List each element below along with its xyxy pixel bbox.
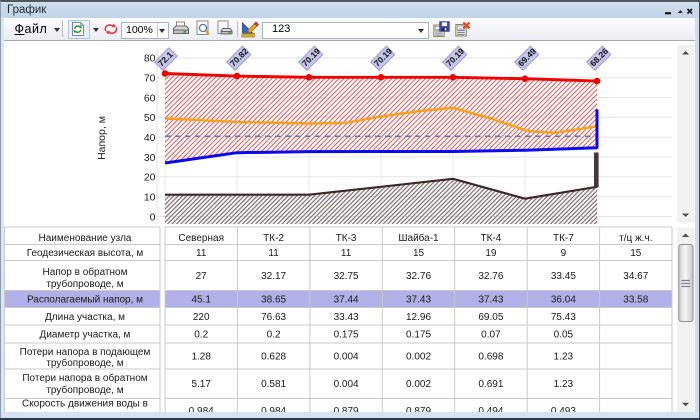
svg-text:5.17: 5.17 (191, 379, 211, 390)
svg-text:0.004: 0.004 (334, 352, 359, 363)
svg-text:33.58: 33.58 (623, 295, 648, 306)
svg-text:Шайба-1: Шайба-1 (398, 232, 439, 244)
svg-text:Потери напора в обратном: Потери напора в обратном (22, 372, 147, 384)
svg-text:33.45: 33.45 (551, 271, 576, 282)
svg-text:11: 11 (268, 248, 279, 259)
svg-text:Напор, м: Напор, м (96, 116, 108, 160)
svg-text:1.23: 1.23 (554, 352, 574, 363)
svg-text:Диаметр участка, м: Диаметр участка, м (40, 330, 131, 341)
svg-text:0.002: 0.002 (406, 379, 431, 390)
svg-text:15: 15 (413, 248, 425, 259)
svg-text:1.23: 1.23 (554, 379, 574, 390)
svg-text:33.43: 33.43 (334, 312, 359, 323)
svg-text:75.43: 75.43 (551, 312, 576, 323)
svg-text:80: 80 (144, 53, 156, 65)
svg-text:32.17: 32.17 (261, 271, 286, 282)
svg-text:0.2: 0.2 (194, 330, 208, 341)
svg-text:Геодезическая высота, м: Геодезическая высота, м (27, 248, 144, 259)
svg-text:0.175: 0.175 (334, 330, 359, 341)
svg-text:38.65: 38.65 (261, 295, 286, 306)
svg-text:37.43: 37.43 (478, 295, 503, 306)
svg-text:20: 20 (144, 172, 156, 184)
svg-text:Потери напора в подающем: Потери напора в подающем (20, 347, 151, 358)
svg-text:0.691: 0.691 (478, 379, 503, 390)
svg-text:11: 11 (196, 248, 207, 259)
svg-text:Напор в обратном: Напор в обратном (43, 266, 128, 278)
svg-text:0.581: 0.581 (261, 379, 286, 390)
svg-text:27: 27 (196, 271, 208, 282)
svg-text:Располагаемый напор, м: Располагаемый напор, м (27, 295, 143, 306)
svg-text:34.67: 34.67 (623, 271, 648, 282)
svg-text:Северная: Северная (178, 233, 224, 244)
svg-text:трубопроводе, м: трубопроводе, м (46, 357, 123, 369)
svg-text:0.004: 0.004 (334, 379, 359, 390)
svg-text:0.628: 0.628 (261, 352, 286, 363)
svg-text:ТК-4: ТК-4 (480, 233, 501, 244)
svg-text:ТК-3: ТК-3 (336, 233, 357, 244)
svg-text:32.75: 32.75 (334, 271, 359, 282)
svg-text:76.63: 76.63 (261, 312, 286, 323)
svg-text:12.96: 12.96 (406, 312, 431, 323)
svg-text:9: 9 (561, 248, 567, 259)
svg-text:69.05: 69.05 (478, 312, 503, 323)
svg-text:0.175: 0.175 (406, 330, 431, 341)
svg-text:Наименование узла: Наименование узла (39, 233, 132, 244)
svg-text:32.76: 32.76 (406, 271, 431, 282)
svg-text:0.05: 0.05 (554, 330, 574, 341)
svg-text:45.1: 45.1 (191, 295, 211, 306)
svg-text:0.07: 0.07 (481, 330, 501, 341)
svg-text:Длина участка, м: Длина участка, м (45, 312, 125, 323)
svg-text:0.698: 0.698 (478, 352, 503, 363)
svg-text:32.76: 32.76 (478, 271, 503, 282)
svg-text:трубопроводе, м: трубопроводе, м (46, 384, 123, 396)
svg-text:70: 70 (144, 73, 156, 85)
svg-text:60: 60 (144, 92, 156, 104)
svg-text:11: 11 (341, 248, 352, 259)
svg-text:15: 15 (630, 248, 642, 259)
svg-text:40: 40 (144, 132, 156, 144)
svg-text:50: 50 (144, 112, 156, 124)
svg-text:36.04: 36.04 (551, 295, 576, 306)
svg-text:30: 30 (144, 152, 156, 164)
svg-text:37.43: 37.43 (406, 295, 431, 306)
svg-text:10: 10 (144, 192, 156, 204)
svg-text:0: 0 (150, 211, 156, 223)
svg-text:Скорость движения воды в: Скорость движения воды в (22, 399, 148, 410)
svg-text:0.2: 0.2 (267, 330, 281, 341)
svg-text:ТК-2: ТК-2 (263, 233, 284, 244)
svg-text:0.002: 0.002 (406, 352, 431, 363)
svg-text:1.28: 1.28 (191, 352, 211, 363)
svg-text:трубопроводе, м: трубопроводе, м (46, 278, 123, 290)
svg-text:220: 220 (193, 312, 210, 323)
svg-text:т/ц ж.ч.: т/ц ж.ч. (619, 233, 652, 244)
svg-text:ТК-7: ТК-7 (553, 233, 574, 244)
svg-text:19: 19 (485, 248, 497, 259)
svg-text:37.44: 37.44 (334, 295, 359, 306)
